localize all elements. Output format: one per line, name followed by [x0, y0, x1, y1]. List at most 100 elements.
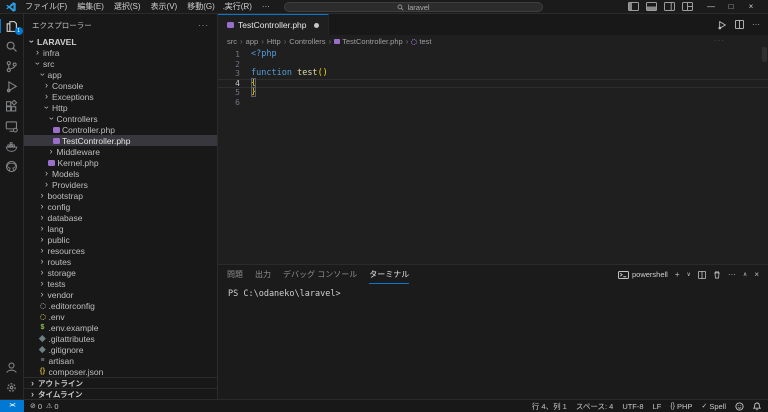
panel-tab-item[interactable]: デバッグ コンソール — [283, 265, 357, 284]
maximize-panel-icon[interactable]: ∧ — [743, 271, 747, 278]
close-panel-icon[interactable]: × — [754, 270, 759, 279]
language-mode[interactable]: {}PHP — [670, 402, 692, 411]
tree-item-providers[interactable]: ›Providers — [24, 179, 217, 190]
tree-item-lang[interactable]: ›lang — [24, 223, 217, 234]
eol[interactable]: LF — [653, 402, 662, 411]
terminal-output[interactable]: PS C:\odaneko\laravel> — [218, 284, 768, 399]
close-button-icon[interactable]: × — [741, 0, 761, 14]
tree-item-storage[interactable]: ›storage — [24, 267, 217, 278]
panel-more-actions-icon[interactable]: ··· — [728, 270, 736, 279]
outline-section[interactable]: ›アウトライン — [24, 377, 217, 388]
search-icon[interactable] — [0, 36, 24, 56]
account-icon[interactable] — [0, 357, 24, 377]
tree-item-.gitattributes[interactable]: .gitattributes — [24, 333, 217, 344]
github-icon[interactable] — [0, 156, 24, 176]
tree-item-middleware[interactable]: ›Middleware — [24, 146, 217, 157]
tree-item-src[interactable]: ›src — [24, 58, 217, 69]
menu-item-2[interactable]: 選択(S) — [109, 0, 146, 14]
tree-item-.env[interactable]: .env — [24, 311, 217, 322]
customize-layout-icon[interactable] — [682, 2, 693, 11]
toggle-sidebar-icon[interactable] — [628, 2, 639, 11]
code-line-5: 5} — [218, 88, 768, 98]
tree-item-infra[interactable]: ›infra — [24, 47, 217, 58]
tree-root-laravel[interactable]: › LARAVEL — [24, 36, 217, 47]
menu-item-0[interactable]: ファイル(F) — [20, 0, 72, 14]
command-center-search[interactable]: laravel — [284, 2, 543, 12]
cursor-position[interactable]: 行 4、列 1 — [532, 401, 567, 412]
item-label: tests — [48, 279, 66, 289]
tree-item-tests[interactable]: ›tests — [24, 278, 217, 289]
tree-item-public[interactable]: ›public — [24, 234, 217, 245]
modified-dot-icon[interactable] — [314, 23, 319, 28]
forward-icon[interactable]: → — [239, 2, 248, 12]
breadcrumb-item-src[interactable]: src — [227, 37, 237, 46]
tab-testcontroller[interactable]: TestController.php — [218, 14, 329, 35]
source-control-icon[interactable] — [0, 56, 24, 76]
panel-tab-terminal-active[interactable]: ターミナル — [369, 265, 409, 284]
launch-profile-chevron-icon[interactable]: ∨ — [687, 271, 691, 278]
code-editor[interactable]: 1<?php2 3function test()4{5}6 — [218, 48, 768, 264]
spell-checker[interactable]: ✓Spell — [701, 402, 726, 411]
editor-scrollbar[interactable] — [762, 47, 767, 62]
maximize-button-icon[interactable]: □ — [721, 0, 741, 14]
remote-indicator[interactable]: >< — [0, 400, 24, 412]
tree-item-config[interactable]: ›config — [24, 201, 217, 212]
menu-item-3[interactable]: 表示(V) — [146, 0, 183, 14]
minimize-button-icon[interactable]: — — [701, 0, 721, 14]
tree-item-models[interactable]: ›Models — [24, 168, 217, 179]
split-terminal-icon[interactable] — [698, 271, 706, 279]
menu-item-4[interactable]: 移動(G) — [182, 0, 220, 14]
toggle-secondary-sidebar-icon[interactable] — [664, 2, 675, 11]
docker-icon[interactable] — [0, 136, 24, 156]
tree-item-console[interactable]: ›Console — [24, 80, 217, 91]
history-nav: ← → — [221, 0, 248, 14]
back-icon[interactable]: ← — [221, 2, 230, 12]
run-icon[interactable] — [717, 20, 727, 30]
explorer-icon[interactable]: 1 — [0, 16, 24, 36]
settings-icon[interactable] — [0, 377, 24, 397]
tree-item-app[interactable]: ›app — [24, 69, 217, 80]
tree-item-artisan[interactable]: ≡artisan — [24, 355, 217, 366]
sidebar-more-actions-icon[interactable]: ··· — [198, 21, 209, 30]
tree-item-vendor[interactable]: ›vendor — [24, 289, 217, 300]
breadcrumb-item-testcontroller.php[interactable]: TestController.php — [334, 37, 402, 46]
tree-item-testcontroller.php[interactable]: TestController.php — [24, 135, 217, 146]
indentation[interactable]: スペース: 4 — [576, 401, 613, 412]
tree-item-resources[interactable]: ›resources — [24, 245, 217, 256]
panel-tab-item[interactable]: 問題 — [227, 265, 243, 284]
menu-item-1[interactable]: 編集(E) — [72, 0, 109, 14]
panel-tab-item[interactable]: 出力 — [255, 265, 271, 284]
timeline-section[interactable]: ›タイムライン — [24, 388, 217, 399]
split-editor-icon[interactable] — [735, 20, 744, 29]
feedback-smiley-icon[interactable] — [735, 402, 744, 411]
tree-item-kernel.php[interactable]: Kernel.php — [24, 157, 217, 168]
run-debug-icon[interactable] — [0, 76, 24, 96]
encoding[interactable]: UTF-8 — [622, 402, 643, 411]
terminal-profile[interactable]: powershell — [618, 270, 668, 279]
breadcrumb-item-test[interactable]: test — [411, 37, 431, 46]
new-terminal-icon[interactable]: + — [675, 270, 680, 279]
breadcrumb-item-controllers[interactable]: Controllers — [289, 37, 325, 46]
menu-item-6[interactable]: ··· — [257, 0, 275, 14]
tree-item-controller.php[interactable]: Controller.php — [24, 124, 217, 135]
tree-item-exceptions[interactable]: ›Exceptions — [24, 91, 217, 102]
tree-item-bootstrap[interactable]: ›bootstrap — [24, 190, 217, 201]
tree-item-database[interactable]: ›database — [24, 212, 217, 223]
editor-overlay-dots-icon[interactable]: ··· — [714, 36, 725, 45]
problems-indicator[interactable]: ⊘ 0 ⚠ 0 — [30, 402, 59, 411]
breadcrumb-item-http[interactable]: Http — [267, 37, 281, 46]
kill-terminal-trash-icon[interactable] — [713, 271, 721, 279]
tree-item-.editorconfig[interactable]: .editorconfig — [24, 300, 217, 311]
extensions-icon[interactable] — [0, 96, 24, 116]
remote-explorer-icon[interactable] — [0, 116, 24, 136]
tree-item-composer.json[interactable]: {}composer.json — [24, 366, 217, 377]
more-actions-icon[interactable]: ··· — [752, 20, 760, 29]
notifications-bell-icon[interactable] — [753, 402, 761, 411]
tree-item-routes[interactable]: ›routes — [24, 256, 217, 267]
tree-item-http[interactable]: ›Http — [24, 102, 217, 113]
tree-item-.env.example[interactable]: $.env.example — [24, 322, 217, 333]
toggle-panel-icon[interactable] — [646, 2, 657, 11]
tree-item-controllers[interactable]: ›Controllers — [24, 113, 217, 124]
breadcrumb-item-app[interactable]: app — [246, 37, 259, 46]
tree-item-.gitignore[interactable]: .gitignore — [24, 344, 217, 355]
